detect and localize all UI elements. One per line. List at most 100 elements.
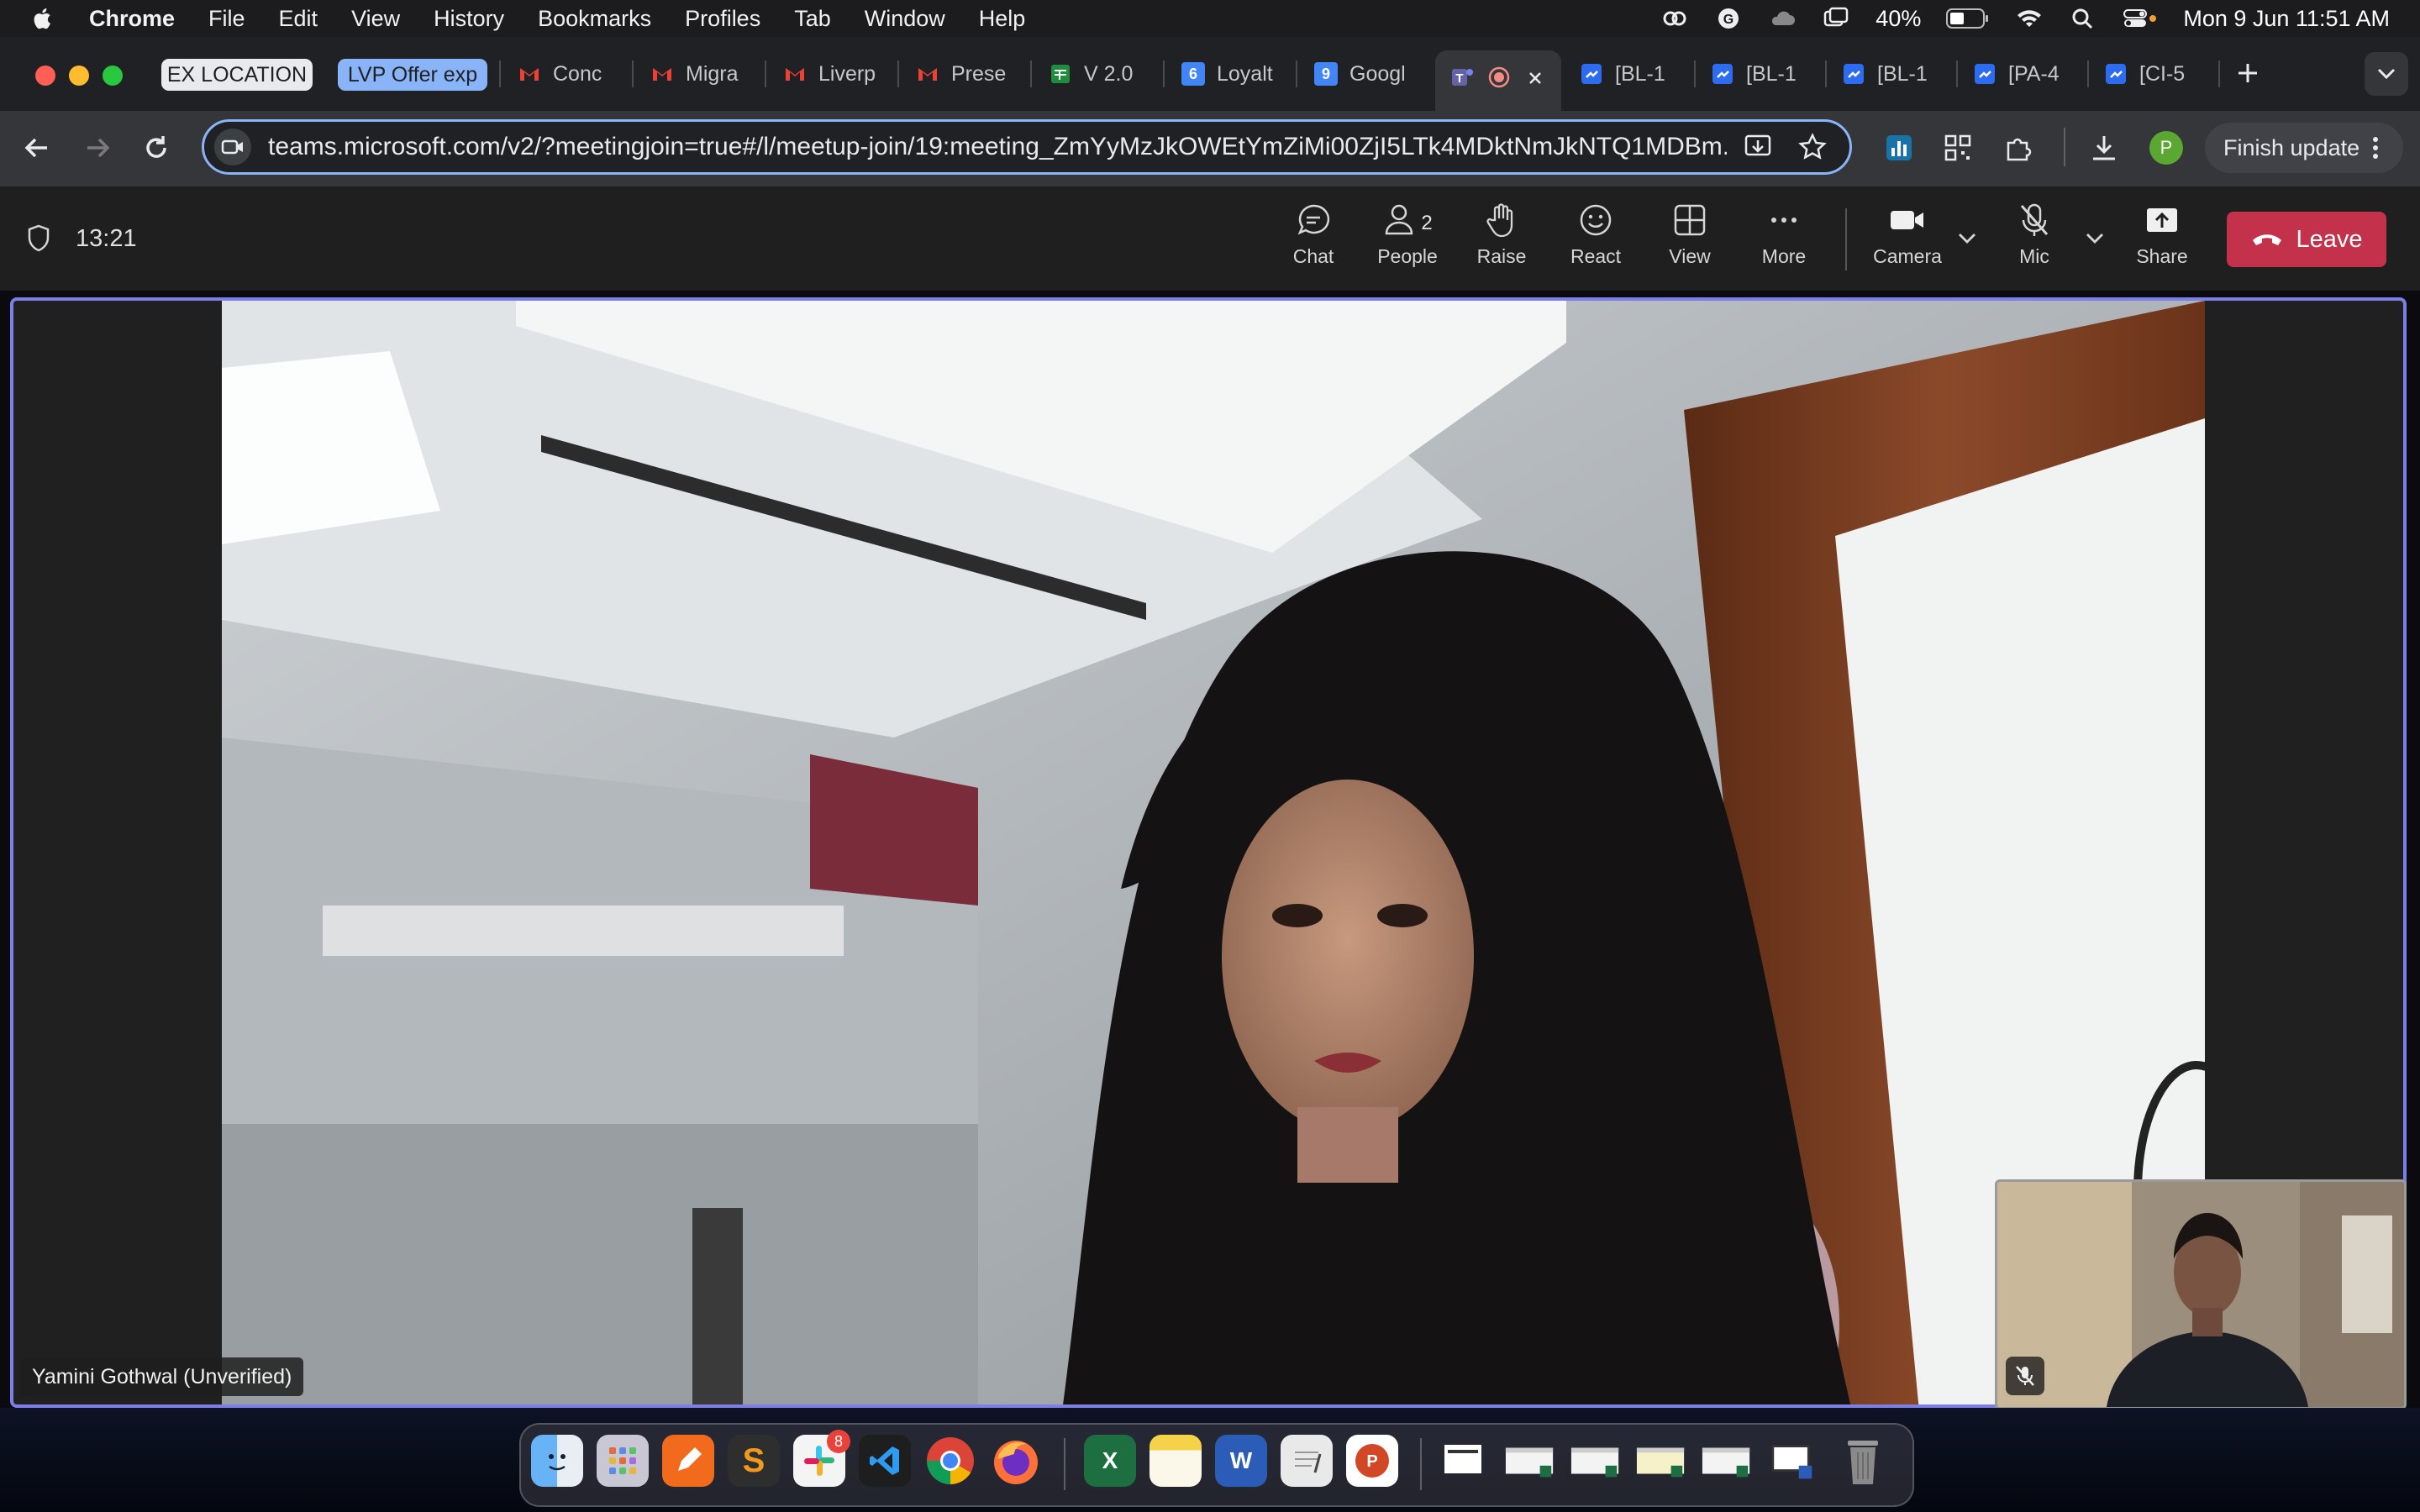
screen-mirroring-icon[interactable]	[1822, 7, 1850, 30]
back-arrow-icon[interactable]	[20, 133, 54, 163]
menu-help[interactable]: Help	[979, 6, 1026, 32]
profile-avatar[interactable]: P	[2149, 131, 2183, 165]
spreadsheet-file-2-icon[interactable]	[1570, 1435, 1622, 1487]
word-icon[interactable]: W	[1215, 1435, 1267, 1487]
apple-logo-icon[interactable]	[30, 5, 55, 32]
trash-icon[interactable]	[1837, 1435, 1889, 1487]
window-minimize-button[interactable]	[69, 66, 89, 86]
tab-close-icon[interactable]	[1526, 69, 1544, 87]
raise-hand-button[interactable]: Raise	[1455, 202, 1548, 286]
camera-button[interactable]: Camera	[1860, 202, 1954, 286]
tab-label: Googl	[1349, 61, 1406, 86]
shield-icon[interactable]	[25, 223, 52, 254]
svg-text:T: T	[1455, 71, 1463, 86]
tab-gmail-migra[interactable]: Migra	[650, 52, 756, 96]
menubar-clock[interactable]: Mon 9 Jun 11:51 AM	[2183, 6, 2390, 32]
view-button[interactable]: View	[1644, 202, 1736, 286]
window-zoom-button[interactable]	[103, 66, 123, 86]
more-button[interactable]: More	[1738, 202, 1830, 286]
self-view-video[interactable]	[1995, 1179, 2407, 1410]
menu-history[interactable]: History	[434, 6, 504, 32]
tab-separator	[1163, 60, 1165, 87]
participant-video[interactable]	[222, 301, 2205, 1404]
address-bar[interactable]: teams.microsoft.com/v2/?meetingjoin=true…	[202, 119, 1852, 175]
tab-teams-active[interactable]: T	[1435, 50, 1561, 111]
install-app-icon[interactable]	[1744, 132, 1776, 162]
people-button[interactable]: 2 People	[1361, 202, 1454, 286]
tab-separator	[1694, 60, 1696, 87]
firefox-icon[interactable]	[990, 1435, 1042, 1487]
menu-edit[interactable]: Edit	[279, 6, 318, 32]
tab-jira-bl-3[interactable]: [BL-1	[1842, 52, 1948, 96]
mic-button[interactable]: Mic	[1988, 202, 2081, 286]
sublime-text-icon[interactable]: S	[728, 1435, 780, 1487]
downloads-icon[interactable]	[2089, 133, 2119, 163]
grammarly-icon[interactable]: G	[1714, 7, 1743, 30]
menu-file[interactable]: File	[208, 6, 245, 32]
react-button[interactable]: React	[1549, 202, 1642, 286]
leave-button[interactable]: Leave	[2227, 212, 2386, 267]
tab-separator	[1030, 60, 1032, 87]
excel-icon[interactable]: X	[1084, 1435, 1136, 1487]
leave-label: Leave	[2296, 225, 2363, 253]
tab-gmail-conc[interactable]: Conc	[518, 52, 623, 96]
chat-button[interactable]: Chat	[1267, 202, 1360, 286]
pen-app-icon[interactable]	[662, 1435, 714, 1487]
url-text[interactable]: teams.microsoft.com/v2/?meetingjoin=true…	[268, 133, 1727, 161]
site-info-button[interactable]	[214, 129, 251, 165]
bookmark-star-icon[interactable]	[1797, 132, 1828, 162]
tab-gmail-prese[interactable]: Prese	[916, 52, 1022, 96]
tab-calendar-loyalt[interactable]: 6 Loyalt	[1181, 52, 1287, 96]
tab-group-lvp-offer[interactable]: LVP Offer exp	[338, 59, 487, 91]
tab-jira-bl-2[interactable]: [BL-1	[1711, 52, 1817, 96]
gmail-icon	[520, 68, 539, 81]
tab-jira-bl-1[interactable]: [BL-1	[1580, 52, 1686, 96]
menu-bookmarks[interactable]: Bookmarks	[538, 6, 651, 32]
menu-window[interactable]: Window	[865, 6, 945, 32]
chrome-icon[interactable]	[924, 1435, 976, 1487]
window-close-button[interactable]	[35, 66, 55, 86]
tab-calendar-googl[interactable]: 9 Googl	[1314, 52, 1420, 96]
forward-arrow-icon[interactable]	[81, 133, 114, 163]
camera-options-chevron-icon[interactable]	[1956, 230, 1978, 247]
finder-icon[interactable]	[531, 1435, 583, 1487]
cloud-icon[interactable]	[1768, 7, 1797, 30]
link-status-icon[interactable]	[1660, 7, 1689, 30]
spreadsheet-file-4-icon[interactable]	[1701, 1435, 1753, 1487]
tab-group-ex-location[interactable]: EX LOCATION	[161, 59, 313, 91]
mic-options-chevron-icon[interactable]	[2084, 230, 2106, 247]
finish-update-button[interactable]: Finish update	[2205, 123, 2403, 173]
tab-gmail-liverp[interactable]: Liverp	[783, 52, 889, 96]
powerpoint-icon[interactable]: P	[1346, 1435, 1398, 1487]
textedit-icon[interactable]	[1281, 1435, 1333, 1487]
tab-jira-ci-5[interactable]: [CI-5	[2104, 52, 2210, 96]
control-center-icon[interactable]	[2123, 7, 2158, 30]
notes-icon[interactable]	[1150, 1435, 1202, 1487]
reload-icon[interactable]	[139, 131, 173, 165]
spotlight-search-icon[interactable]	[2069, 7, 2097, 30]
extension-analytics-icon[interactable]	[1884, 133, 1914, 163]
tab-label: Prese	[951, 61, 1007, 86]
spreadsheet-file-3-icon[interactable]	[1635, 1435, 1687, 1487]
menu-profiles[interactable]: Profiles	[685, 6, 760, 32]
launchpad-icon[interactable]	[597, 1435, 649, 1487]
downloads-stack-icon[interactable]	[1439, 1435, 1491, 1487]
share-label: Share	[2136, 245, 2188, 267]
wifi-icon[interactable]	[2015, 7, 2044, 30]
tab-label: V 2.0	[1084, 61, 1134, 86]
people-count: 2	[1421, 212, 1433, 234]
menu-tab[interactable]: Tab	[794, 6, 831, 32]
share-button[interactable]: Share	[2116, 202, 2208, 286]
spreadsheet-file-1-icon[interactable]	[1504, 1435, 1556, 1487]
qr-code-icon[interactable]	[1943, 133, 1973, 163]
menu-app-name[interactable]: Chrome	[89, 6, 175, 32]
tab-search-button[interactable]	[2365, 52, 2408, 96]
vscode-icon[interactable]	[859, 1435, 911, 1487]
tab-sheets-v2[interactable]: V 2.0	[1049, 52, 1155, 96]
extensions-puzzle-icon[interactable]	[2003, 133, 2033, 163]
document-file-icon[interactable]	[1766, 1435, 1818, 1487]
tab-jira-pa-4[interactable]: [PA-4	[1973, 52, 2079, 96]
menu-view[interactable]: View	[351, 6, 400, 32]
new-tab-plus-icon[interactable]	[2235, 60, 2260, 86]
battery-icon[interactable]	[1946, 8, 1990, 29]
